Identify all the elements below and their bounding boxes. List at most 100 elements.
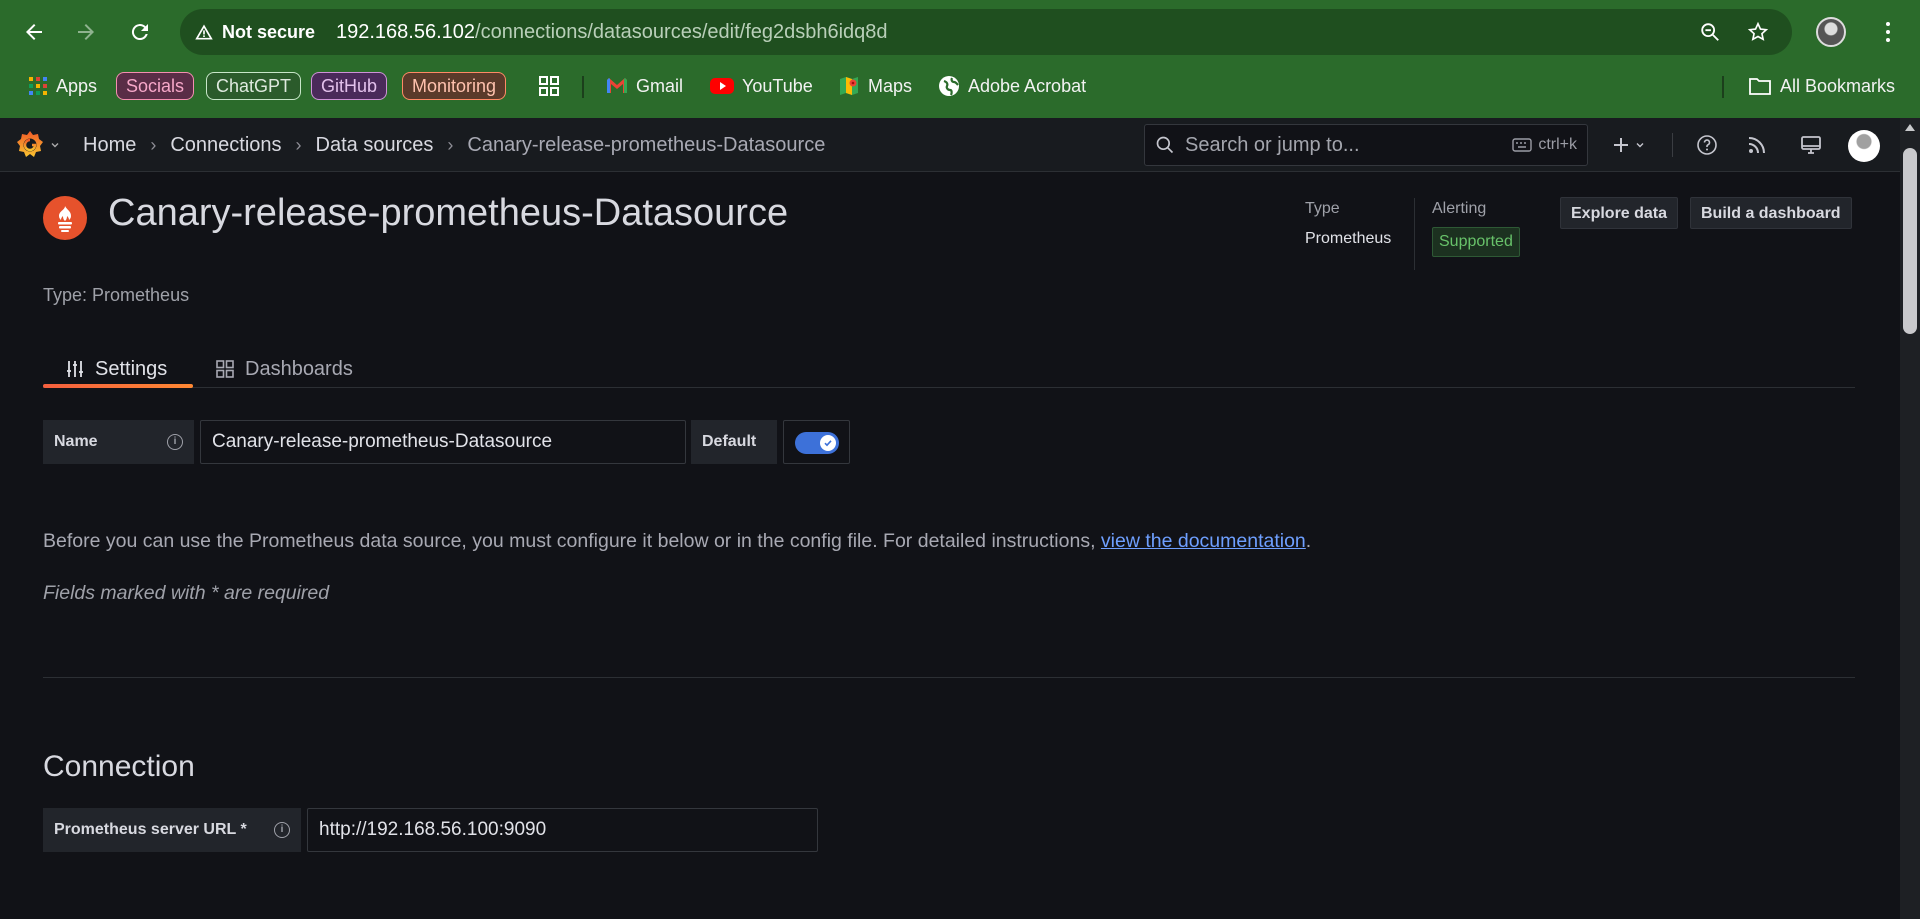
connection-section-title: Connection (43, 750, 195, 783)
gmail-icon (607, 78, 627, 93)
reload-button[interactable] (120, 12, 160, 52)
server-url-input[interactable]: http://192.168.56.100:9090 (307, 808, 818, 852)
bookmark-folder-monitoring[interactable]: Monitoring (402, 72, 507, 100)
bookmark-folder-socials[interactable]: Socials (116, 72, 195, 100)
grid-icon (539, 76, 559, 96)
zoom-button[interactable] (1690, 12, 1730, 52)
alerting-meta-label: Alerting (1432, 200, 1487, 217)
back-button[interactable] (14, 12, 54, 52)
type-meta-label: Type (1305, 200, 1340, 217)
all-bookmarks-label: All Bookmarks (1780, 75, 1896, 96)
breadcrumb-data-sources[interactable]: Data sources (316, 134, 434, 157)
chevron-down-icon (1636, 143, 1644, 148)
name-input[interactable]: Canary-release-prometheus-Datasource (200, 420, 686, 464)
breadcrumb-separator: › (447, 134, 454, 155)
bookmark-folder-chatgpt[interactable]: ChatGPT (206, 72, 302, 100)
bookmark-star-button[interactable] (1738, 12, 1778, 52)
breadcrumb-current: Canary-release-prometheus-Datasource (467, 133, 826, 156)
address-bar[interactable]: Not secure 192.168.56.102/connections/da… (180, 9, 1792, 55)
warning-icon (195, 24, 213, 40)
bookmarks-divider (582, 76, 584, 98)
reload-icon (131, 24, 148, 41)
topbar-divider (1672, 133, 1673, 157)
browser-menu-button[interactable] (1872, 12, 1904, 52)
rss-icon (1748, 137, 1765, 154)
arrow-right-icon (78, 24, 94, 40)
forward-button[interactable] (66, 12, 106, 52)
breadcrumb-connections[interactable]: Connections (170, 134, 281, 157)
name-label-text: Name (54, 433, 98, 450)
default-toggle[interactable] (795, 432, 839, 454)
documentation-link[interactable]: view the documentation (1101, 530, 1306, 552)
meta-divider (1414, 198, 1415, 270)
build-dashboard-button[interactable]: Build a dashboard (1690, 197, 1852, 229)
all-bookmarks-button[interactable]: All Bookmarks (1748, 68, 1895, 104)
help-button[interactable] (1688, 126, 1726, 164)
active-tab-indicator (43, 384, 193, 388)
grafana-home-menu[interactable] (14, 129, 60, 161)
url-path: /connections/datasources/edit/feg2dsbh6i… (475, 21, 888, 43)
grafana-logo-icon (17, 131, 43, 157)
bookmark-gmail[interactable]: Gmail (606, 68, 683, 104)
server-url-field-label: Prometheus server URL * i (43, 808, 301, 852)
globe-icon (939, 76, 959, 96)
scrollbar-thumb[interactable] (1903, 148, 1917, 334)
page-title: Canary-release-prometheus-Datasource (108, 192, 789, 234)
url-host: 192.168.56.102 (336, 21, 476, 43)
alerting-status-badge: Supported (1432, 227, 1520, 257)
chevron-down-icon (51, 143, 59, 148)
section-divider (43, 677, 1855, 678)
intro-paragraph: Before you can use the Prometheus data s… (43, 530, 1311, 553)
plus-icon (1614, 138, 1628, 152)
bookmark-gmail-label: Gmail (636, 75, 684, 96)
search-input[interactable]: Search or jump to... ctrl+k (1144, 124, 1588, 166)
search-icon (1156, 136, 1174, 154)
bookmark-apps[interactable]: Apps (28, 68, 97, 104)
user-avatar[interactable] (1848, 130, 1880, 162)
tab-groups-button[interactable] (538, 68, 560, 104)
security-indicator[interactable]: Not secure (194, 9, 331, 55)
search-placeholder: Search or jump to... (1185, 133, 1360, 156)
check-icon (824, 440, 832, 447)
bookmark-maps[interactable]: Maps (838, 68, 912, 104)
info-icon[interactable]: i (274, 822, 290, 838)
bookmark-adobe-label: Adobe Acrobat (968, 75, 1087, 96)
kiosk-mode-button[interactable] (1792, 126, 1830, 164)
url-text[interactable]: 192.168.56.102/connections/datasources/e… (336, 9, 888, 55)
search-shortcut-label: ctrl+k (1538, 136, 1577, 153)
monitor-icon (1801, 136, 1821, 154)
breadcrumb-home[interactable]: Home (83, 134, 136, 157)
page-scrollbar[interactable] (1900, 118, 1920, 919)
folder-icon (1749, 78, 1771, 95)
star-icon (1747, 21, 1769, 41)
grafana-topbar: Home › Connections › Data sources › Cana… (0, 118, 1900, 172)
tab-dashboards-label: Dashboards (245, 357, 353, 380)
search-shortcut: ctrl+k (1512, 136, 1577, 154)
tab-settings-label: Settings (95, 357, 168, 380)
info-icon[interactable]: i (167, 434, 183, 450)
type-meta-value: Prometheus (1305, 230, 1392, 247)
bookmarks-divider-right (1722, 76, 1724, 98)
bookmark-folder-github[interactable]: GitHub (311, 72, 388, 100)
intro-text: Before you can use the Prometheus data s… (43, 530, 1101, 552)
scroll-up-arrow[interactable] (1905, 124, 1915, 131)
breadcrumb-separator: › (295, 134, 302, 155)
news-feed-button[interactable] (1738, 126, 1776, 164)
intro-text-end: . (1305, 530, 1312, 552)
bookmark-adobe-acrobat[interactable]: Adobe Acrobat (938, 68, 1086, 104)
name-field-label: Name i (43, 420, 194, 464)
dashboard-grid-icon (216, 360, 234, 378)
explore-data-button[interactable]: Explore data (1560, 197, 1679, 229)
browser-profile-avatar[interactable] (1816, 17, 1846, 47)
bookmark-youtube[interactable]: YouTube (710, 68, 813, 104)
tab-dashboards[interactable]: Dashboards (215, 350, 353, 388)
toggle-knob (820, 435, 836, 451)
prometheus-logo-icon (43, 196, 87, 240)
apps-grid-icon (29, 77, 47, 95)
new-menu-button[interactable] (1604, 126, 1652, 164)
tab-settings[interactable]: Settings (65, 350, 167, 388)
breadcrumb-separator: › (150, 134, 157, 155)
bookmark-maps-label: Maps (868, 75, 913, 96)
maps-icon (840, 77, 858, 95)
help-icon (1697, 135, 1717, 155)
